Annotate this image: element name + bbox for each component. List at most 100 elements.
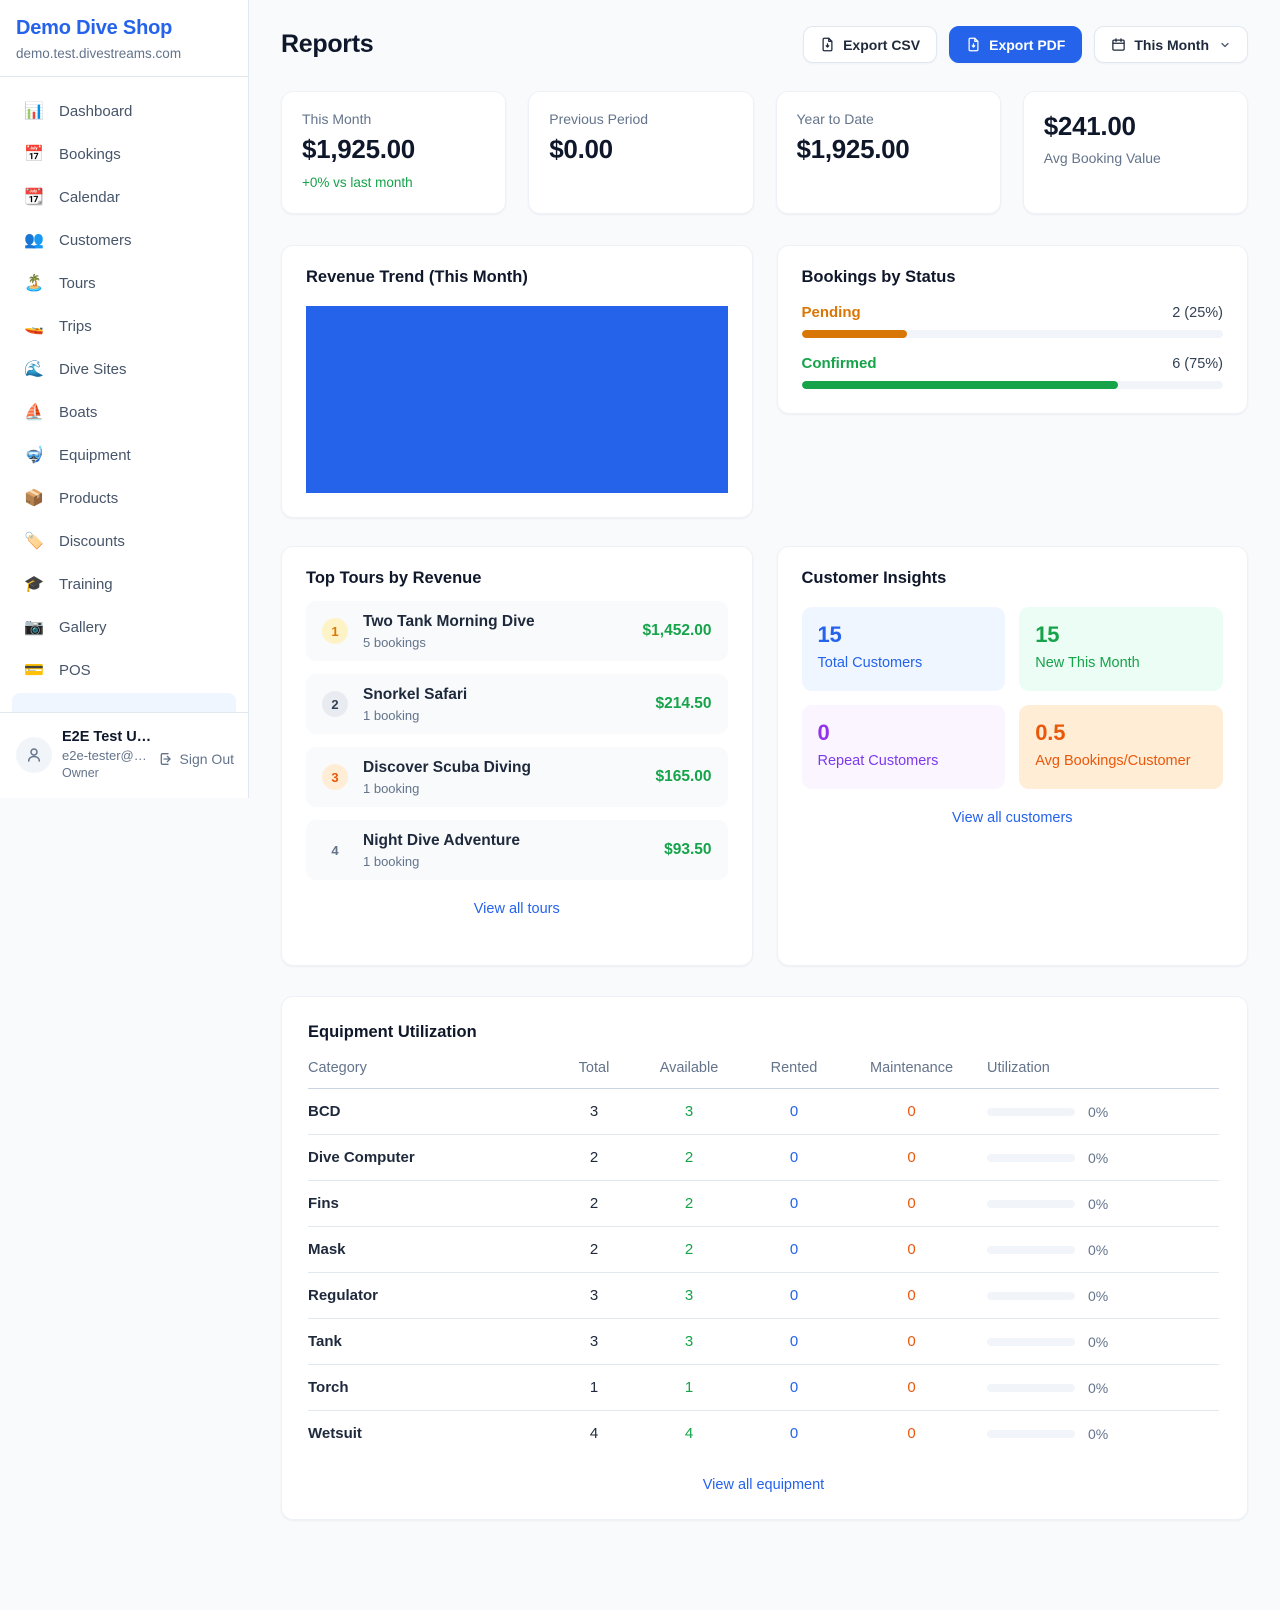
tour-revenue: $93.50 — [664, 841, 711, 859]
sidebar-item-trips[interactable]: 🚤 Trips — [12, 306, 236, 346]
view-all-customers-link[interactable]: View all customers — [802, 810, 1224, 826]
sidebar-item-products[interactable]: 📦 Products — [12, 478, 236, 518]
cell-rented: 0 — [744, 1149, 844, 1166]
cell-total: 2 — [554, 1195, 634, 1212]
tour-row: 2 Snorkel Safari 1 booking $214.50 — [306, 674, 728, 734]
sidebar-item-training[interactable]: 🎓 Training — [12, 564, 236, 604]
bookings-by-status-card: Bookings by Status Pending 2 (25%) Confi… — [777, 245, 1249, 414]
sailboat-icon: ⛵ — [22, 402, 46, 422]
sidebar-item-label: POS — [59, 662, 91, 679]
insight-value: 15 — [1035, 622, 1207, 648]
sidebar-item-label: Dashboard — [59, 103, 132, 120]
header-actions: Export CSV Export PDF This Month — [803, 26, 1248, 63]
speedboat-icon: 🚤 — [22, 316, 46, 336]
period-dropdown[interactable]: This Month — [1094, 26, 1248, 63]
table-row: Torch 1 1 0 0 0% — [308, 1365, 1219, 1411]
person-icon — [25, 746, 43, 764]
sign-out-button[interactable]: Sign Out — [158, 751, 234, 767]
insight-tile-new-this-month: 15 New This Month — [1019, 607, 1223, 691]
logout-icon — [158, 751, 174, 767]
sidebar-item-label: Products — [59, 490, 118, 507]
view-all-tours-link[interactable]: View all tours — [306, 901, 728, 917]
column-header: Category — [308, 1060, 554, 1076]
cell-maintenance: 0 — [844, 1287, 979, 1304]
tear-off-calendar-icon: 📆 — [22, 187, 46, 207]
tour-bookings: 5 bookings — [363, 635, 643, 650]
graduation-cap-icon: 🎓 — [22, 574, 46, 594]
utilization-track — [987, 1292, 1075, 1300]
cell-maintenance: 0 — [844, 1241, 979, 1258]
cell-utilization: 0% — [979, 1104, 1219, 1120]
insight-label: Repeat Customers — [818, 753, 990, 769]
island-icon: 🏝️ — [22, 273, 46, 293]
cell-category: Tank — [308, 1333, 554, 1350]
cell-maintenance: 0 — [844, 1333, 979, 1350]
stat-card-this-month: This Month $1,925.00 +0% vs last month — [281, 91, 506, 214]
sidebar-item-label: Gallery — [59, 619, 107, 636]
sidebar-item-boats[interactable]: ⛵ Boats — [12, 392, 236, 432]
sidebar-item-calendar[interactable]: 📆 Calendar — [12, 177, 236, 217]
sidebar-item-discounts[interactable]: 🏷️ Discounts — [12, 521, 236, 561]
stat-card-previous-period: Previous Period $0.00 — [528, 91, 753, 214]
utilization-track — [987, 1200, 1075, 1208]
cell-rented: 0 — [744, 1287, 844, 1304]
tag-icon: 🏷️ — [22, 531, 46, 551]
cell-total: 3 — [554, 1333, 634, 1350]
sidebar-item-dashboard[interactable]: 📊 Dashboard — [12, 91, 236, 131]
sidebar-item-reports-active-partial[interactable] — [12, 693, 236, 712]
revenue-trend-title: Revenue Trend (This Month) — [306, 268, 728, 287]
sidebar-item-gallery[interactable]: 📷 Gallery — [12, 607, 236, 647]
utilization-percent: 0% — [1088, 1380, 1108, 1396]
cell-utilization: 0% — [979, 1334, 1219, 1350]
view-all-equipment-link[interactable]: View all equipment — [308, 1477, 1219, 1493]
cell-utilization: 0% — [979, 1288, 1219, 1304]
cell-utilization: 0% — [979, 1426, 1219, 1442]
cell-maintenance: 0 — [844, 1379, 979, 1396]
bookings-by-status-title: Bookings by Status — [802, 268, 1224, 287]
insight-grid: 15 Total Customers 15 New This Month 0 R… — [802, 607, 1224, 789]
cell-available: 3 — [634, 1287, 744, 1304]
stat-card-year-to-date: Year to Date $1,925.00 — [776, 91, 1001, 214]
cell-rented: 0 — [744, 1103, 844, 1120]
sidebar-item-tours[interactable]: 🏝️ Tours — [12, 263, 236, 303]
stat-label: Avg Booking Value — [1044, 150, 1227, 166]
file-download-icon — [966, 37, 981, 52]
tour-row: 1 Two Tank Morning Dive 5 bookings $1,45… — [306, 601, 728, 661]
sidebar-item-pos[interactable]: 💳 POS — [12, 650, 236, 690]
sidebar-item-dive-sites[interactable]: 🌊 Dive Sites — [12, 349, 236, 389]
utilization-percent: 0% — [1088, 1196, 1108, 1212]
cell-maintenance: 0 — [844, 1425, 979, 1442]
insight-tile-repeat-customers: 0 Repeat Customers — [802, 705, 1006, 789]
sidebar-item-equipment[interactable]: 🤿 Equipment — [12, 435, 236, 475]
sign-out-label: Sign Out — [180, 751, 234, 767]
insight-value: 15 — [818, 622, 990, 648]
period-label: This Month — [1134, 37, 1209, 53]
equipment-table: Category Total Available Rented Maintena… — [308, 1060, 1219, 1456]
calendar-icon — [1111, 37, 1126, 52]
utilization-track — [987, 1108, 1075, 1116]
stat-label: This Month — [302, 111, 485, 127]
sidebar-item-label: Bookings — [59, 146, 121, 163]
export-csv-button[interactable]: Export CSV — [803, 26, 937, 63]
cell-category: Fins — [308, 1195, 554, 1212]
cell-rented: 0 — [744, 1333, 844, 1350]
insight-label: Total Customers — [818, 655, 990, 671]
shop-name[interactable]: Demo Dive Shop — [16, 17, 224, 40]
cell-available: 1 — [634, 1379, 744, 1396]
sidebar-item-bookings[interactable]: 📅 Bookings — [12, 134, 236, 174]
utilization-percent: 0% — [1088, 1334, 1108, 1350]
cell-total: 3 — [554, 1103, 634, 1120]
tour-name: Snorkel Safari — [363, 686, 655, 704]
progress-fill — [802, 381, 1118, 389]
tour-name: Two Tank Morning Dive — [363, 613, 643, 631]
cell-rented: 0 — [744, 1241, 844, 1258]
sidebar-item-label: Customers — [59, 232, 132, 249]
table-row: Dive Computer 2 2 0 0 0% — [308, 1135, 1219, 1181]
export-pdf-button[interactable]: Export PDF — [949, 26, 1082, 63]
cell-maintenance: 0 — [844, 1195, 979, 1212]
sidebar-item-customers[interactable]: 👥 Customers — [12, 220, 236, 260]
shop-domain: demo.test.divestreams.com — [16, 46, 224, 61]
cell-maintenance: 0 — [844, 1103, 979, 1120]
tour-name: Discover Scuba Diving — [363, 759, 655, 777]
tour-revenue: $1,452.00 — [643, 622, 712, 640]
